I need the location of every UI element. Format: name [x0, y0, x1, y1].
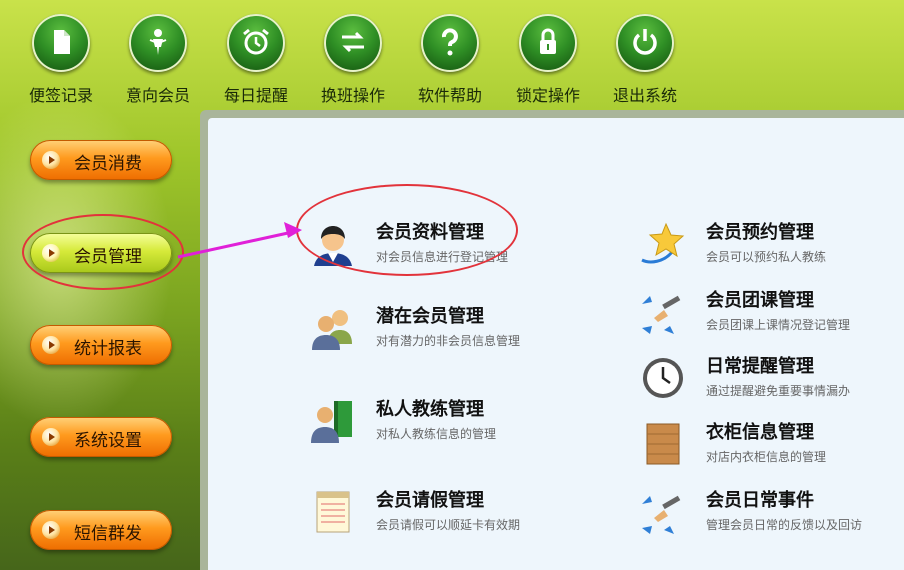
item-title: 私人教练管理: [376, 399, 484, 420]
sidebar-item-member-consumption[interactable]: 会员消费: [30, 140, 172, 180]
top-toolbar: 便签记录 意向会员 每日提醒 换班操作 软件帮助 锁定操作 退出系统: [0, 0, 904, 110]
toolbar-help-button[interactable]: 软件帮助: [407, 14, 493, 106]
group-class-item[interactable]: 会员团课管理 会员团课上课情况登记管理: [638, 286, 888, 346]
sidebar-item-reports[interactable]: 统计报表: [30, 325, 172, 365]
prospect-member-item[interactable]: 潜在会员管理 对有潜力的非会员信息管理: [308, 302, 558, 362]
member-avatar-icon: [308, 220, 358, 270]
toolbar-label: 软件帮助: [417, 86, 482, 105]
item-title: 潜在会员管理: [376, 306, 484, 327]
sidebar-item-label: 统计报表: [74, 339, 142, 359]
arrow-right-icon: [42, 428, 60, 446]
item-description: 对会员信息进行登记管理: [376, 250, 509, 264]
item-description: 对有潜力的非会员信息管理: [376, 334, 521, 348]
trainer-book-icon: [308, 397, 358, 447]
sidebar-item-label: 短信群发: [74, 524, 142, 544]
personal-trainer-item[interactable]: 私人教练管理 对私人教练信息的管理: [308, 395, 558, 455]
toolbar-label: 退出系统: [612, 86, 677, 105]
star-icon: [638, 220, 688, 270]
sidebar-item-label: 会员管理: [74, 247, 142, 267]
item-description: 通过提醒避免重要事情漏办: [706, 384, 851, 398]
item-title: 衣柜信息管理: [706, 422, 814, 443]
toolbar-exit-button[interactable]: 退出系统: [602, 14, 688, 106]
pen-arrows-icon: [638, 488, 688, 538]
toolbar-label: 每日提醒: [223, 86, 288, 105]
arrow-right-icon: [42, 151, 60, 169]
swap-arrows-icon: [324, 14, 382, 72]
power-icon: [616, 14, 674, 72]
note-icon: [32, 14, 90, 72]
item-description: 管理会员日常的反馈以及回访: [706, 518, 863, 532]
member-booking-item[interactable]: 会员预约管理 会员可以预约私人教练: [638, 218, 888, 278]
sidebar-item-sms[interactable]: 短信群发: [30, 510, 172, 550]
item-title: 会员团课管理: [706, 290, 814, 311]
member-daily-event-item[interactable]: 会员日常事件 管理会员日常的反馈以及回访: [638, 486, 888, 546]
item-description: 会员请假可以顺延卡有效期: [376, 518, 521, 532]
pen-arrows-icon: [638, 288, 688, 338]
person-icon: [129, 14, 187, 72]
notepad-icon: [308, 488, 358, 538]
item-title: 会员日常事件: [706, 490, 814, 511]
arrow-right-icon: [42, 336, 60, 354]
member-profile-item[interactable]: 会员资料管理 对会员信息进行登记管理: [308, 218, 558, 278]
toolbar-label: 便签记录: [28, 86, 93, 105]
toolbar-prospect-button[interactable]: 意向会员: [115, 14, 201, 106]
item-title: 会员预约管理: [706, 222, 814, 243]
arrow-right-icon: [42, 244, 60, 262]
toolbar-shift-button[interactable]: 换班操作: [310, 14, 396, 106]
item-description: 会员可以预约私人教练: [706, 250, 827, 264]
item-title: 会员资料管理: [376, 222, 484, 243]
member-leave-item[interactable]: 会员请假管理 会员请假可以顺延卡有效期: [308, 486, 558, 546]
sidebar-item-settings[interactable]: 系统设置: [30, 417, 172, 457]
toolbar-label: 意向会员: [125, 86, 190, 105]
item-title: 会员请假管理: [376, 490, 484, 511]
lock-icon: [519, 14, 577, 72]
item-description: 对私人教练信息的管理: [376, 427, 497, 441]
alarm-clock-icon: [227, 14, 285, 72]
toolbar-label: 锁定操作: [515, 86, 580, 105]
arrow-right-icon: [42, 521, 60, 539]
toolbar-lock-button[interactable]: 锁定操作: [505, 14, 591, 106]
daily-reminder-item[interactable]: 日常提醒管理 通过提醒避免重要事情漏办: [638, 352, 888, 412]
item-description: 会员团课上课情况登记管理: [706, 318, 851, 332]
users-group-icon: [308, 304, 358, 354]
sidebar-item-member-management[interactable]: 会员管理: [30, 233, 172, 273]
question-icon: [421, 14, 479, 72]
toolbar-label: 换班操作: [320, 86, 385, 105]
toolbar-note-button[interactable]: 便签记录: [18, 14, 104, 106]
clock-icon: [638, 354, 688, 404]
item-description: 对店内衣柜信息的管理: [706, 450, 827, 464]
sidebar-item-label: 系统设置: [74, 431, 142, 451]
cabinet-icon: [638, 420, 688, 470]
sidebar-item-label: 会员消费: [74, 154, 142, 174]
item-title: 日常提醒管理: [706, 356, 814, 377]
locker-info-item[interactable]: 衣柜信息管理 对店内衣柜信息的管理: [638, 418, 888, 478]
toolbar-daily-reminder-button[interactable]: 每日提醒: [213, 14, 299, 106]
